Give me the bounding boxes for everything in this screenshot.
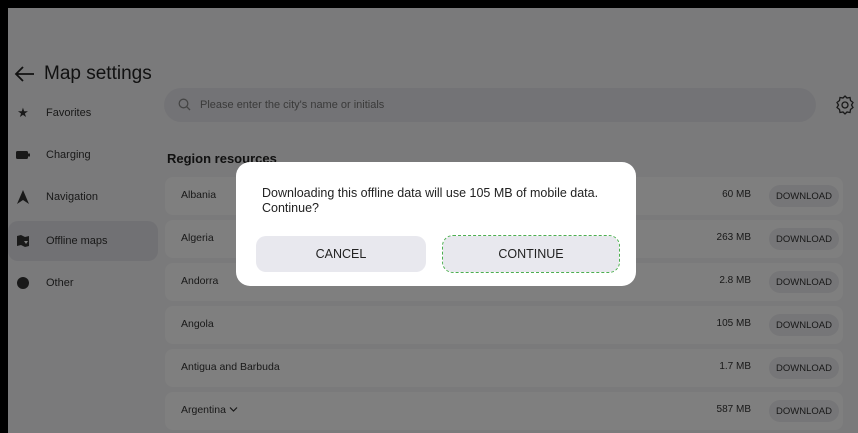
map-settings-screen: Map settings ★ Favorites Charging Naviga… <box>8 8 858 433</box>
mobile-data-confirm-dialog: Downloading this offline data will use 1… <box>236 162 636 286</box>
cancel-button[interactable]: CANCEL <box>256 236 426 272</box>
dialog-message: Downloading this offline data will use 1… <box>262 186 599 215</box>
continue-button[interactable]: CONTINUE <box>442 235 620 273</box>
